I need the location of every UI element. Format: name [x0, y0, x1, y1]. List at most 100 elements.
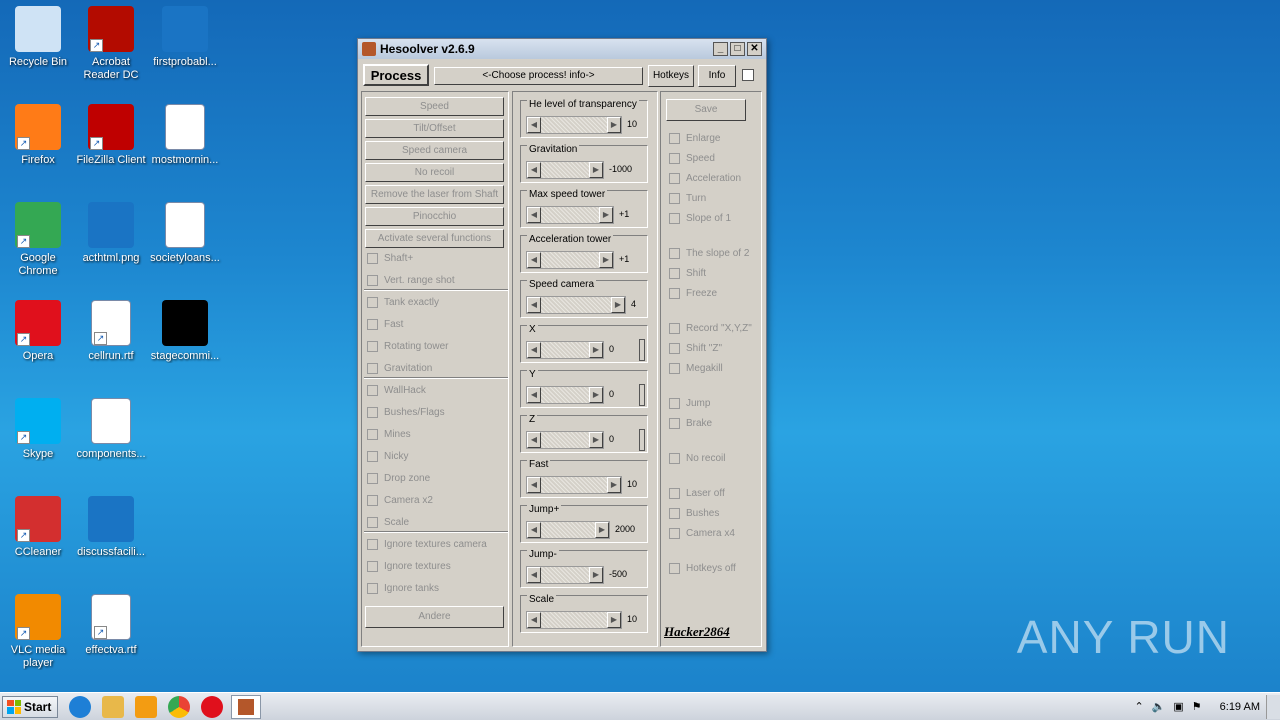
checkbox-box[interactable]	[367, 319, 378, 330]
scroll-right-arrow-icon[interactable]: ▶	[599, 252, 613, 268]
feature-checkbox[interactable]: Fast	[367, 319, 403, 330]
feature-checkbox[interactable]: The slope of 2	[669, 248, 749, 259]
media-player-icon[interactable]	[135, 695, 158, 718]
feature-checkbox[interactable]: Ignore textures	[367, 561, 451, 572]
function-button[interactable]: Tilt/Offset	[365, 119, 504, 138]
minimize-button[interactable]: _	[713, 42, 728, 56]
checkbox-box[interactable]	[669, 453, 680, 464]
desktop-icon[interactable]: firstprobabl...	[147, 6, 223, 69]
explorer-folder-icon[interactable]	[102, 695, 125, 718]
show-desktop-button[interactable]	[1266, 694, 1280, 719]
checkbox-box[interactable]	[367, 561, 378, 572]
coordinate-toggle[interactable]	[639, 429, 645, 451]
tray-expand-icon[interactable]: ⌃	[1134, 700, 1143, 713]
scrollbar-slider[interactable]: ◀ ▶	[526, 296, 626, 314]
feature-checkbox[interactable]: Gravitation	[367, 363, 432, 374]
save-button[interactable]: Save	[666, 99, 746, 121]
checkbox-box[interactable]	[367, 253, 378, 264]
scroll-left-arrow-icon[interactable]: ◀	[527, 117, 541, 133]
desktop-icon[interactable]: ↗ effectva.rtf	[73, 594, 149, 657]
feature-checkbox[interactable]: Enlarge	[669, 133, 720, 144]
feature-checkbox[interactable]: Bushes/Flags	[367, 407, 445, 418]
checkbox-box[interactable]	[367, 451, 378, 462]
scroll-right-arrow-icon[interactable]: ▶	[589, 432, 603, 448]
checkbox-box[interactable]	[367, 407, 378, 418]
topmost-checkbox[interactable]	[742, 69, 754, 81]
scrollbar-slider[interactable]: ◀ ▶	[526, 251, 614, 269]
process-button[interactable]: Process	[363, 64, 429, 86]
scroll-right-arrow-icon[interactable]: ▶	[611, 297, 625, 313]
scrollbar-slider[interactable]: ◀ ▶	[526, 341, 604, 359]
scrollbar-slider[interactable]: ◀ ▶	[526, 386, 604, 404]
feature-checkbox[interactable]: Freeze	[669, 288, 717, 299]
feature-checkbox[interactable]: Nicky	[367, 451, 408, 462]
checkbox-box[interactable]	[669, 268, 680, 279]
feature-checkbox[interactable]: Camera x4	[669, 528, 735, 539]
scroll-left-arrow-icon[interactable]: ◀	[527, 342, 541, 358]
scrollbar-slider[interactable]: ◀ ▶	[526, 431, 604, 449]
desktop-icon[interactable]: discussfacili...	[73, 496, 149, 559]
desktop-icon[interactable]: components...	[73, 398, 149, 461]
network-icon[interactable]: ▣	[1173, 700, 1183, 713]
scrollbar-slider[interactable]: ◀ ▶	[526, 611, 622, 629]
feature-checkbox[interactable]: Acceleration	[669, 173, 741, 184]
checkbox-box[interactable]	[367, 539, 378, 550]
feature-checkbox[interactable]: Laser off	[669, 488, 725, 499]
checkbox-box[interactable]	[367, 473, 378, 484]
checkbox-box[interactable]	[367, 517, 378, 528]
desktop-icon[interactable]: ↗ CCleaner	[0, 496, 76, 559]
feature-checkbox[interactable]: Brake	[669, 418, 712, 429]
scroll-right-arrow-icon[interactable]: ▶	[595, 522, 609, 538]
feature-checkbox[interactable]: Hotkeys off	[669, 563, 736, 574]
scrollbar-slider[interactable]: ◀ ▶	[526, 206, 614, 224]
function-button[interactable]: Activate several functions	[365, 229, 504, 248]
scroll-left-arrow-icon[interactable]: ◀	[527, 567, 541, 583]
scroll-left-arrow-icon[interactable]: ◀	[527, 387, 541, 403]
desktop-icon[interactable]: mostmornin...	[147, 104, 223, 167]
scroll-right-arrow-icon[interactable]: ▶	[607, 117, 621, 133]
feature-checkbox[interactable]: WallHack	[367, 385, 426, 396]
checkbox-box[interactable]	[669, 488, 680, 499]
scrollbar-slider[interactable]: ◀ ▶	[526, 161, 604, 179]
feature-checkbox[interactable]: Record "X,Y,Z"	[669, 323, 752, 334]
checkbox-box[interactable]	[367, 583, 378, 594]
checkbox-box[interactable]	[367, 275, 378, 286]
coordinate-toggle[interactable]	[639, 339, 645, 361]
info-button[interactable]: Info	[698, 65, 736, 87]
feature-checkbox[interactable]: Shift "Z"	[669, 343, 722, 354]
desktop-icon[interactable]: societyloans...	[147, 202, 223, 265]
function-button[interactable]: Remove the laser from Shaft	[365, 185, 504, 204]
checkbox-box[interactable]	[669, 288, 680, 299]
checkbox-box[interactable]	[669, 528, 680, 539]
scroll-right-arrow-icon[interactable]: ▶	[589, 162, 603, 178]
feature-checkbox[interactable]: Ignore tanks	[367, 583, 439, 594]
chrome-taskbar-icon[interactable]	[168, 695, 191, 718]
scrollbar-slider[interactable]: ◀ ▶	[526, 521, 610, 539]
choose-process-button[interactable]: <-Choose process! info->	[434, 67, 643, 85]
feature-checkbox[interactable]: Turn	[669, 193, 706, 204]
volume-icon[interactable]: 🔈	[1152, 700, 1166, 713]
hotkeys-button[interactable]: Hotkeys	[648, 65, 694, 87]
hesoolver-taskbar-button[interactable]	[231, 694, 262, 719]
function-button[interactable]: Speed camera	[365, 141, 504, 160]
function-button[interactable]: Speed	[365, 97, 504, 116]
checkbox-box[interactable]	[367, 297, 378, 308]
feature-checkbox[interactable]: Ignore textures camera	[367, 539, 487, 550]
function-button[interactable]: Pinocchio	[365, 207, 504, 226]
scroll-left-arrow-icon[interactable]: ◀	[527, 252, 541, 268]
checkbox-box[interactable]	[669, 153, 680, 164]
scroll-left-arrow-icon[interactable]: ◀	[527, 297, 541, 313]
feature-checkbox[interactable]: Slope of 1	[669, 213, 731, 224]
feature-checkbox[interactable]: Jump	[669, 398, 710, 409]
scroll-right-arrow-icon[interactable]: ▶	[607, 477, 621, 493]
desktop-icon[interactable]: stagecommi...	[147, 300, 223, 363]
function-button[interactable]: No recoil	[365, 163, 504, 182]
scrollbar-slider[interactable]: ◀ ▶	[526, 116, 622, 134]
desktop-icon[interactable]: ↗ VLC media player	[0, 594, 76, 670]
feature-checkbox[interactable]: Rotating tower	[367, 341, 448, 352]
desktop-icon[interactable]: ↗ Google Chrome	[0, 202, 76, 278]
start-button[interactable]: Start	[2, 695, 59, 718]
checkbox-box[interactable]	[669, 508, 680, 519]
feature-checkbox[interactable]: Mines	[367, 429, 411, 440]
checkbox-box[interactable]	[669, 213, 680, 224]
